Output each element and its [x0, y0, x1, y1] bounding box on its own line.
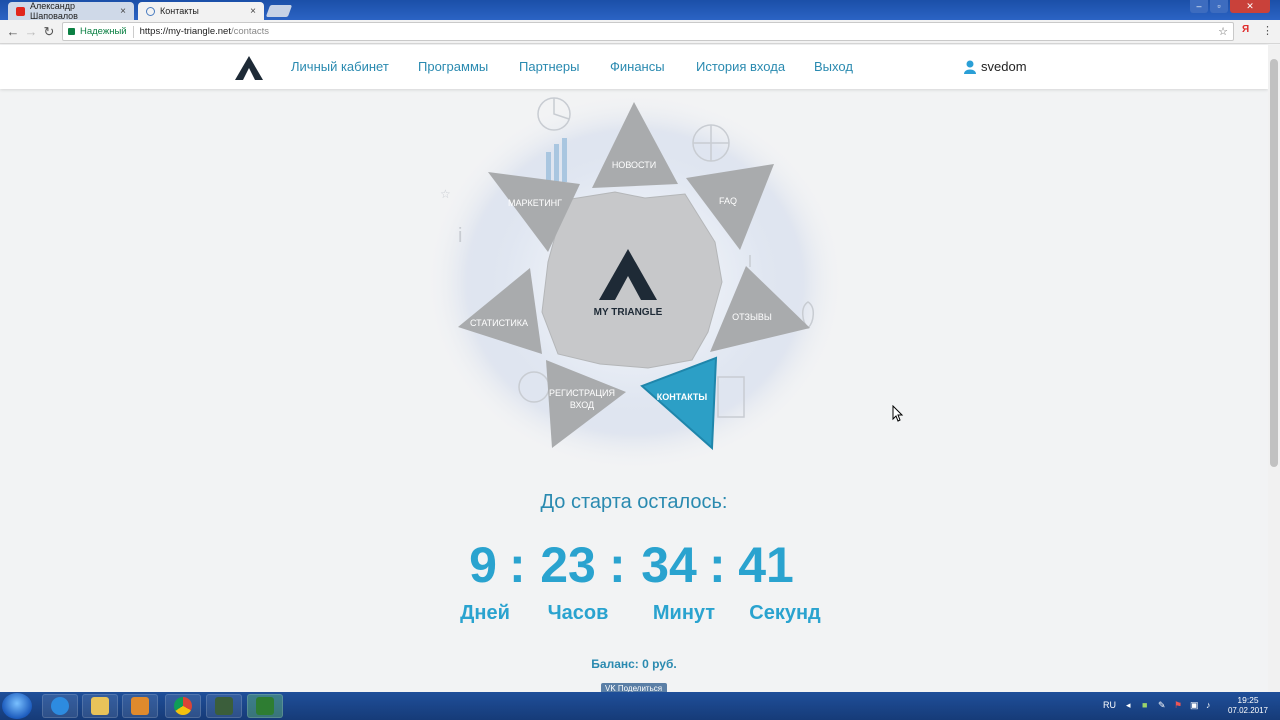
- media-player-icon: [131, 697, 149, 715]
- user-icon: [964, 60, 976, 74]
- internet-explorer-icon: [51, 697, 69, 715]
- taskbar-ie[interactable]: [42, 694, 78, 718]
- countdown-hours-label: Часов: [547, 602, 609, 624]
- site-header: Личный кабинет Программы Партнеры Финанс…: [0, 45, 1268, 89]
- clock-time[interactable]: 19:25: [1228, 695, 1268, 705]
- address-bar[interactable]: Надежный https://my-triangle.net /contac…: [62, 22, 1234, 41]
- tab-title: Контакты: [160, 6, 199, 16]
- scrollbar-thumb[interactable]: [1270, 59, 1278, 467]
- youtube-icon: [16, 6, 25, 16]
- countdown-separator: :: [509, 537, 526, 593]
- forward-arrow-icon[interactable]: →: [22, 23, 40, 41]
- page-scrollbar[interactable]: [1268, 45, 1280, 692]
- countdown-minutes-label: Минут: [652, 602, 716, 624]
- divider: [132, 25, 134, 38]
- new-tab-button[interactable]: [265, 5, 293, 17]
- balance-text: Баланс: 0 руб.: [591, 657, 677, 671]
- menu-star-graphic: ☆ i MY TRIANGLE НОВОСТИ FAQ МАРКЕТИНГ СТ…: [430, 92, 845, 467]
- wedge-news-label: НОВОСТИ: [612, 160, 656, 170]
- windows-taskbar: RU ◂ ■ ✎ ⚑ ▣ ♪ 19:25 07.02.2017: [0, 692, 1280, 720]
- tab-youtube[interactable]: Александр Шаповалов ×: [8, 1, 134, 21]
- tab-title: Александр Шаповалов: [30, 1, 78, 21]
- nav-finances[interactable]: Финансы: [610, 59, 665, 74]
- browser-tab-bar: Александр Шаповалов × Контакты × – ▫ ✕: [0, 0, 1280, 21]
- tab-contacts[interactable]: Контакты ×: [138, 2, 264, 20]
- tray-flag-icon[interactable]: ⚑: [1174, 700, 1182, 711]
- app-icon: [215, 697, 233, 715]
- nav-personal-account[interactable]: Личный кабинет: [291, 59, 389, 74]
- info-icon: i: [458, 225, 462, 247]
- url-host: https://my-triangle.net: [139, 26, 231, 37]
- star-icon: ☆: [440, 187, 451, 201]
- taskbar-chrome[interactable]: [165, 694, 201, 718]
- countdown-separator: :: [709, 537, 726, 593]
- wedge-marketing-label: МАРКЕТИНГ: [508, 198, 562, 208]
- wedge-statistics-label: СТАТИСТИКА: [470, 318, 528, 328]
- yandex-extension-icon[interactable]: Я: [1242, 24, 1249, 35]
- countdown-minutes: 34: [641, 537, 697, 593]
- taskbar-explorer[interactable]: [82, 694, 118, 718]
- countdown-seconds: 41: [738, 537, 794, 593]
- reload-icon[interactable]: ↻: [40, 23, 58, 41]
- countdown-hours: 23: [540, 537, 596, 593]
- lock-icon: [68, 28, 75, 35]
- nav-programs[interactable]: Программы: [418, 59, 488, 74]
- tab-close-icon[interactable]: ×: [250, 6, 256, 17]
- taskbar-app[interactable]: [206, 694, 242, 718]
- countdown-title: До старта осталось:: [540, 491, 728, 513]
- folder-icon: [91, 697, 109, 715]
- tray-pen-icon[interactable]: ✎: [1158, 700, 1166, 711]
- user-menu[interactable]: svedom: [964, 59, 1027, 74]
- minimize-button[interactable]: –: [1190, 0, 1208, 13]
- language-indicator[interactable]: RU: [1103, 700, 1116, 710]
- tray-app-icon[interactable]: ■: [1142, 700, 1147, 710]
- wedge-contacts-label: КОНТАКТЫ: [657, 392, 708, 402]
- countdown-separator: :: [609, 537, 626, 593]
- tray-volume-icon[interactable]: ♪: [1206, 700, 1211, 710]
- tray-network-icon[interactable]: ▣: [1190, 700, 1199, 711]
- triangle-logo-icon[interactable]: [234, 55, 264, 81]
- clock-date[interactable]: 07.02.2017: [1226, 706, 1270, 715]
- back-arrow-icon[interactable]: ←: [4, 23, 22, 41]
- username: svedom: [981, 59, 1027, 74]
- bookmark-star-icon[interactable]: ☆: [1218, 25, 1228, 38]
- nav-login-history[interactable]: История входа: [696, 59, 785, 74]
- nav-logout[interactable]: Выход: [814, 59, 853, 74]
- nav-partners[interactable]: Партнеры: [519, 59, 579, 74]
- globe-icon: [146, 6, 155, 16]
- tab-close-icon[interactable]: ×: [120, 6, 126, 17]
- taskbar-media[interactable]: [122, 694, 158, 718]
- tray-arrow-icon[interactable]: ◂: [1126, 700, 1131, 711]
- maximize-button[interactable]: ▫: [1210, 0, 1228, 13]
- wedge-faq-label: FAQ: [719, 196, 737, 206]
- recorder-icon: [256, 697, 274, 715]
- wedge-reviews-label: ОТЗЫВЫ: [732, 312, 772, 322]
- browser-menu-icon[interactable]: ⋮: [1262, 24, 1273, 37]
- chrome-icon: [174, 697, 192, 715]
- countdown-seconds-label: Секунд: [749, 602, 821, 624]
- wedge-registration-label-1: РЕГИСТРАЦИЯ: [549, 388, 615, 398]
- brand-name: MY TRIANGLE: [594, 307, 663, 318]
- close-window-button[interactable]: ✕: [1230, 0, 1270, 13]
- mouse-cursor-icon: [892, 405, 904, 422]
- taskbar-recorder[interactable]: [247, 694, 283, 718]
- url-path: /contacts: [230, 26, 269, 37]
- start-button[interactable]: [2, 693, 32, 719]
- wedge-registration-label-2: ВХОД: [570, 400, 594, 410]
- secure-label: Надежный: [80, 26, 127, 37]
- browser-toolbar: ← → ↻ Надежный https://my-triangle.net /…: [0, 20, 1280, 44]
